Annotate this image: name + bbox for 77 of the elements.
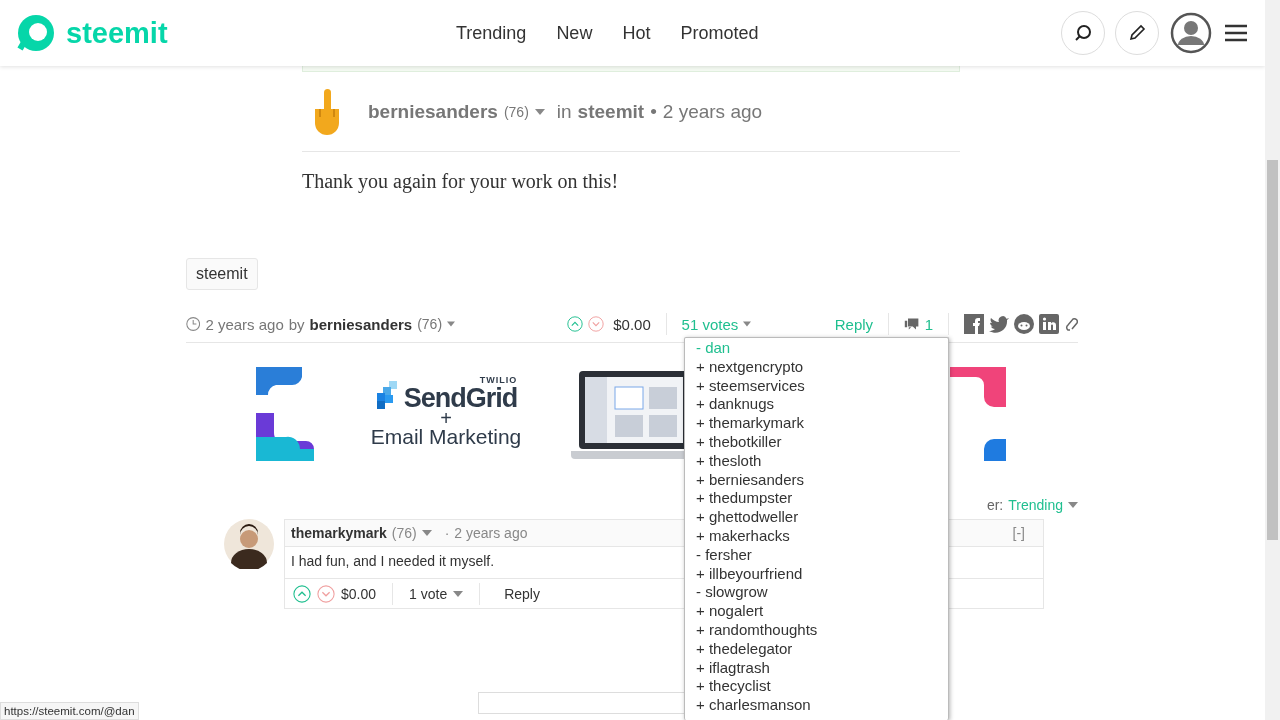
author-link[interactable]: berniesanders — [309, 315, 413, 333]
caret-icon — [743, 321, 752, 327]
voter-link[interactable]: + iflagtrash — [685, 658, 948, 678]
nav-link[interactable]: Trending — [456, 22, 527, 44]
voter-link[interactable]: - slowgrow — [685, 583, 948, 603]
search-icon — [1074, 24, 1092, 42]
status-url: https://steemit.com/@dan — [0, 702, 139, 720]
reply-link[interactable]: Reply — [504, 585, 540, 602]
pencil-icon — [1128, 24, 1146, 42]
by-label: by — [288, 315, 305, 333]
voter-link[interactable]: + thecyclist — [685, 677, 948, 697]
nav-link[interactable]: Promoted — [680, 22, 759, 44]
author-link[interactable]: berniesanders — [368, 100, 498, 123]
bullet: • — [650, 100, 657, 123]
voter-link[interactable]: + nextgencrypto — [685, 357, 948, 377]
payout: $0.00 — [341, 585, 377, 602]
voter-link[interactable]: + themarkymark — [685, 414, 948, 433]
logo-icon — [16, 13, 56, 53]
avatar-figure — [224, 519, 274, 569]
nav-link[interactable]: New — [556, 22, 593, 44]
in-label: in — [556, 100, 572, 123]
voter-link[interactable]: + ghettodweller — [685, 508, 948, 527]
author-link[interactable]: themarkymark — [291, 525, 387, 541]
ad-plus: + — [440, 411, 452, 425]
caret-icon — [447, 321, 456, 327]
voter-link[interactable]: - fersher — [685, 545, 948, 565]
post-time: 2 years ago — [205, 315, 284, 333]
voter-link[interactable]: + thebotkiller — [685, 433, 948, 452]
voter-link[interactable]: + thedelegator — [685, 639, 948, 659]
reputation: (76) — [503, 103, 529, 120]
edit-button[interactable] — [1115, 11, 1159, 55]
voter-link[interactable]: + nogalert — [685, 602, 948, 621]
voter-link[interactable]: + thesloth — [685, 451, 948, 471]
caret-icon — [453, 590, 464, 597]
votes-link[interactable]: 1 vote — [409, 585, 448, 602]
caret-icon — [534, 108, 545, 115]
payout: $0.00 — [613, 315, 651, 333]
voter-link[interactable]: + charlesmanson — [685, 696, 948, 715]
separator-dot: · — [444, 525, 450, 541]
voter-link[interactable]: + makerhacks — [685, 526, 948, 546]
comment-time: 2 years ago — [454, 525, 528, 541]
post-time: 2 years ago — [662, 100, 763, 123]
comment-text: Thank you again for your work on this! — [302, 170, 620, 195]
facebook-icon — [964, 314, 984, 334]
ad-tagline: Email Marketing — [370, 425, 522, 449]
voter-link[interactable]: + thedumpster — [685, 489, 948, 509]
sort-label: er: — [986, 497, 1004, 513]
reputation: (76) — [391, 525, 417, 541]
caret-icon — [1068, 502, 1078, 508]
user-icon — [1170, 12, 1212, 54]
voter-link[interactable]: + randomthoughts — [685, 620, 948, 640]
clock-icon — [186, 315, 201, 333]
upvote-icon — [293, 584, 311, 603]
hand-icon — [312, 88, 342, 135]
collapse-toggle[interactable]: [-] — [1012, 525, 1025, 541]
scrollbar-thumb[interactable] — [1267, 160, 1278, 540]
downvote-icon — [588, 314, 605, 334]
ad-brand: SendGrid — [403, 385, 518, 411]
menu-icon — [1225, 24, 1247, 42]
linkedin-icon — [1039, 314, 1059, 334]
scrollbar[interactable] — [1265, 0, 1280, 720]
reputation: (76) — [417, 316, 443, 332]
link-icon — [1064, 316, 1078, 332]
caret-icon — [421, 530, 432, 536]
category-link[interactable]: steemit — [577, 100, 645, 123]
voter-link[interactable]: + berniesanders — [685, 470, 948, 490]
upvote-icon — [567, 314, 584, 334]
voter-link[interactable]: + danknugs — [685, 395, 948, 415]
nav-link[interactable]: Hot — [622, 22, 651, 44]
reddit-icon — [1014, 314, 1034, 334]
search-button[interactable] — [1061, 11, 1105, 55]
voters-menu[interactable] — [684, 337, 949, 720]
downvote-icon — [317, 584, 335, 603]
voter-link[interactable]: + steemservices — [685, 376, 948, 396]
twitter-icon — [989, 315, 1009, 333]
ad-brand-small: TWILIO — [478, 375, 518, 385]
tag[interactable]: steemit — [186, 258, 258, 290]
